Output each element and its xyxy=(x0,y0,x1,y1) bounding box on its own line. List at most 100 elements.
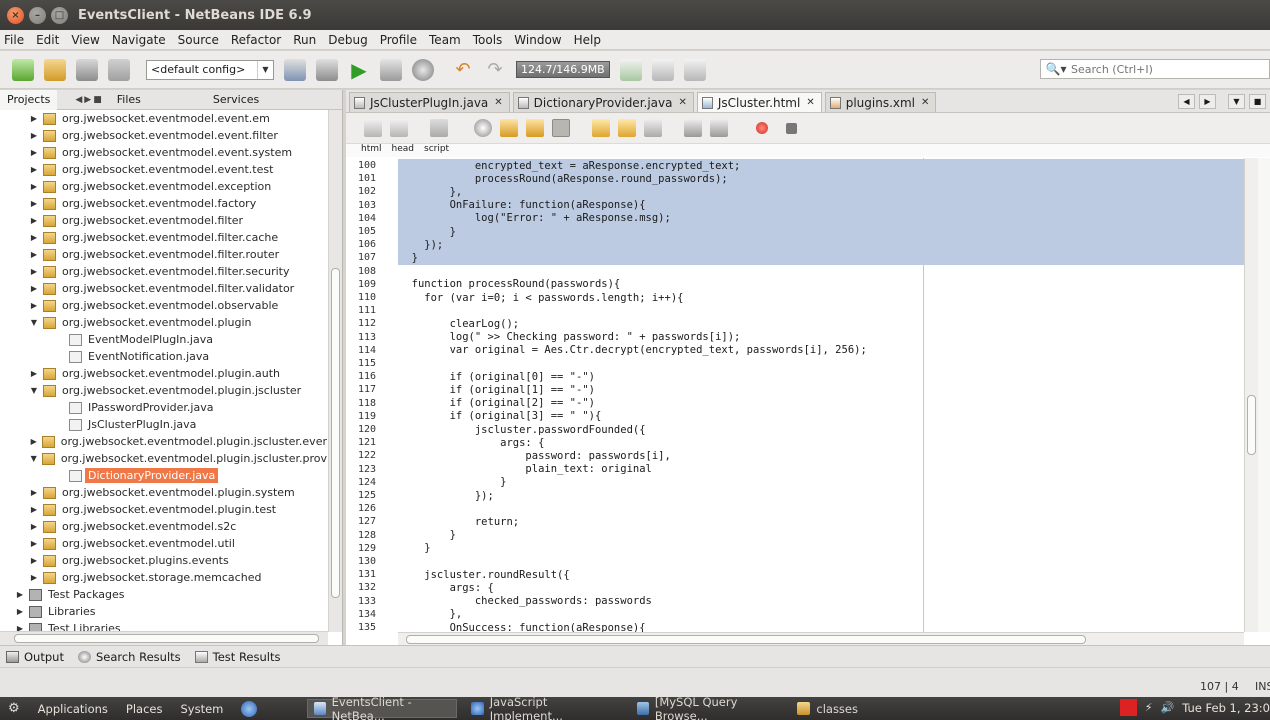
tree-package-item[interactable]: ▶ org.jwebsocket.eventmodel.observable xyxy=(0,297,327,314)
code-line[interactable]: 115 xyxy=(346,357,1244,370)
menu-run[interactable]: Run xyxy=(287,33,322,47)
close-tab-icon[interactable]: ✕ xyxy=(494,97,502,108)
next-bookmark-icon[interactable] xyxy=(618,119,636,137)
system-menu[interactable]: System xyxy=(180,702,223,716)
code-line[interactable]: 101 processRound(aResponse.round_passwor… xyxy=(346,172,1244,186)
clean-build-icon[interactable] xyxy=(316,58,338,81)
tree-package-item[interactable]: ▶ org.jwebsocket.eventmodel.filter.valida… xyxy=(0,280,327,297)
menu-view[interactable]: View xyxy=(65,33,105,47)
expand-node-icon[interactable]: ▶ xyxy=(28,250,40,259)
tree-package-item[interactable]: ▶ org.jwebsocket.eventmodel.s2c xyxy=(0,518,327,535)
source-view-icon[interactable] xyxy=(364,119,382,137)
show-opened-documents-icon[interactable]: ▼ xyxy=(1228,94,1245,109)
code-line[interactable]: 109 function processRound(passwords){ xyxy=(346,278,1244,291)
expand-node-icon[interactable]: ▶ xyxy=(28,556,40,565)
tree-package-item[interactable]: ▼ org.jwebsocket.eventmodel.plugin.jsclus… xyxy=(0,382,327,399)
tree-package-item[interactable]: ▶ org.jwebsocket.eventmodel.filter.securi… xyxy=(0,263,327,280)
redo-icon[interactable]: ↷ xyxy=(484,59,506,81)
tree-package-item[interactable]: ▶ Libraries xyxy=(0,603,327,620)
breadcrumb-item[interactable]: script xyxy=(424,144,449,157)
find-next-icon[interactable] xyxy=(526,119,544,137)
code-line[interactable]: 122 password: passwords[i], xyxy=(346,449,1244,462)
menu-refactor[interactable]: Refactor xyxy=(225,33,287,47)
open-project-icon[interactable] xyxy=(76,58,98,81)
history-icon[interactable] xyxy=(390,119,408,137)
tree-package-item[interactable]: ▶ org.jwebsocket.eventmodel.event.filter xyxy=(0,127,327,144)
code-line[interactable]: 110 for (var i=0; i < passwords.length; … xyxy=(346,291,1244,304)
menu-debug[interactable]: Debug xyxy=(322,33,373,47)
code-line[interactable]: 100 encrypted_text = aResponse.encrypted… xyxy=(346,159,1244,173)
heapdump-icon[interactable] xyxy=(651,58,674,81)
expand-node-icon[interactable]: ▶ xyxy=(28,233,40,242)
collapse-node-icon[interactable]: ▼ xyxy=(28,454,39,463)
editor-vertical-scrollbar[interactable] xyxy=(1244,158,1258,632)
scrollbar-thumb[interactable] xyxy=(406,635,1086,644)
back-icon[interactable] xyxy=(430,119,448,137)
new-file-icon[interactable] xyxy=(12,58,34,81)
editor-tab[interactable]: JsCluster.html ✕ xyxy=(696,92,822,112)
taskbar-window-button[interactable]: EventsClient - NetBea... xyxy=(307,695,458,720)
code-line[interactable]: 135 OnSuccess: function(aResponse){ xyxy=(346,621,1244,632)
expand-node-icon[interactable]: ▶ xyxy=(28,199,40,208)
toggle-highlight-icon[interactable] xyxy=(552,119,570,137)
debug-project-icon[interactable] xyxy=(380,58,402,81)
editor-horizontal-scrollbar[interactable] xyxy=(398,632,1244,645)
breadcrumb-item[interactable]: head xyxy=(392,144,414,157)
search-input[interactable] xyxy=(1071,62,1261,76)
code-line[interactable]: 108 xyxy=(346,265,1244,278)
expand-node-icon[interactable]: ▶ xyxy=(28,216,40,225)
tab-files[interactable]: Files xyxy=(110,90,148,110)
maximize-editor-icon[interactable]: ■ xyxy=(1249,94,1266,109)
code-line[interactable]: 131 jscluster.roundResult({ xyxy=(346,568,1244,581)
code-line[interactable]: 123 plain_text: original xyxy=(346,463,1244,476)
telemetry-icon[interactable] xyxy=(683,58,706,81)
tree-package-item[interactable]: ▶ org.jwebsocket.eventmodel.event.em xyxy=(0,110,327,127)
shift-left-icon[interactable] xyxy=(684,119,702,137)
code-line[interactable]: 113 log(" >> Checking password: " + pass… xyxy=(346,331,1244,344)
code-line[interactable]: 126 xyxy=(346,502,1244,515)
collapse-node-icon[interactable]: ▼ xyxy=(28,318,40,327)
network-icon[interactable]: ⚡ xyxy=(1145,701,1153,714)
panel-controls-icon[interactable]: ◀▶■ xyxy=(75,95,103,105)
tree-package-item[interactable]: ▶ org.jwebsocket.eventmodel.util xyxy=(0,535,327,552)
build-hammer-icon[interactable] xyxy=(284,58,306,81)
expand-node-icon[interactable]: ▶ xyxy=(14,590,26,599)
stop-macro-recording-icon[interactable] xyxy=(786,122,797,134)
code-line[interactable]: 105 } xyxy=(346,225,1244,239)
tab-projects[interactable]: Projects xyxy=(0,89,58,110)
config-select[interactable]: <default config> ▼ xyxy=(146,59,274,80)
breadcrumb-item[interactable]: html xyxy=(361,144,382,157)
code-line[interactable]: 129 } xyxy=(346,542,1244,555)
expand-node-icon[interactable]: ▶ xyxy=(28,165,40,174)
tree-file-item[interactable]: EventNotification.java xyxy=(0,348,327,365)
run-project-icon[interactable]: ▶ xyxy=(348,59,370,81)
taskbar-window-button[interactable]: classes xyxy=(791,699,911,718)
tree-package-item[interactable]: ▼ org.jwebsocket.eventmodel.plugin.jsclus… xyxy=(0,450,327,467)
scrollbar-thumb[interactable] xyxy=(1247,395,1256,455)
code-line[interactable]: 130 xyxy=(346,555,1244,568)
tree-package-item[interactable]: ▶ org.jwebsocket.eventmodel.filter.cache xyxy=(0,229,327,246)
close-window-button[interactable]: × xyxy=(7,6,24,24)
expand-node-icon[interactable]: ▶ xyxy=(28,301,40,310)
editor-tab[interactable]: DictionaryProvider.java ✕ xyxy=(512,92,694,112)
tree-package-item[interactable]: ▶ org.jwebsocket.eventmodel.filter.router xyxy=(0,246,327,263)
editor-tab[interactable]: plugins.xml ✕ xyxy=(824,92,937,112)
memory-indicator[interactable]: 124.7/146.9MB xyxy=(516,61,610,78)
start-macro-recording-icon[interactable] xyxy=(756,122,768,134)
applications-menu[interactable]: Applications xyxy=(38,702,108,716)
code-line[interactable]: 116 if (original[0] == "-") xyxy=(346,370,1244,383)
tree-file-item[interactable]: JsClusterPlugIn.java xyxy=(0,416,327,433)
close-tab-icon[interactable]: ✕ xyxy=(806,97,814,108)
code-line[interactable]: 121 args: { xyxy=(346,436,1244,449)
code-line[interactable]: 104 log("Error: " + aResponse.msg); xyxy=(346,211,1244,225)
tree-package-item[interactable]: ▶ org.jwebsocket.eventmodel.plugin.system xyxy=(0,484,327,501)
expand-node-icon[interactable]: ▶ xyxy=(28,114,40,123)
expand-node-icon[interactable]: ▶ xyxy=(28,369,40,378)
expand-node-icon[interactable]: ▶ xyxy=(28,522,40,531)
tree-package-item[interactable]: ▶ org.jwebsocket.eventmodel.event.system xyxy=(0,144,327,161)
menu-file[interactable]: File xyxy=(0,33,30,47)
save-all-icon[interactable] xyxy=(108,58,130,81)
code-line[interactable]: 103 OnFailure: function(aResponse){ xyxy=(346,198,1244,212)
scrollbar-thumb[interactable] xyxy=(331,268,340,598)
tree-file-item[interactable]: IPasswordProvider.java xyxy=(0,399,327,416)
